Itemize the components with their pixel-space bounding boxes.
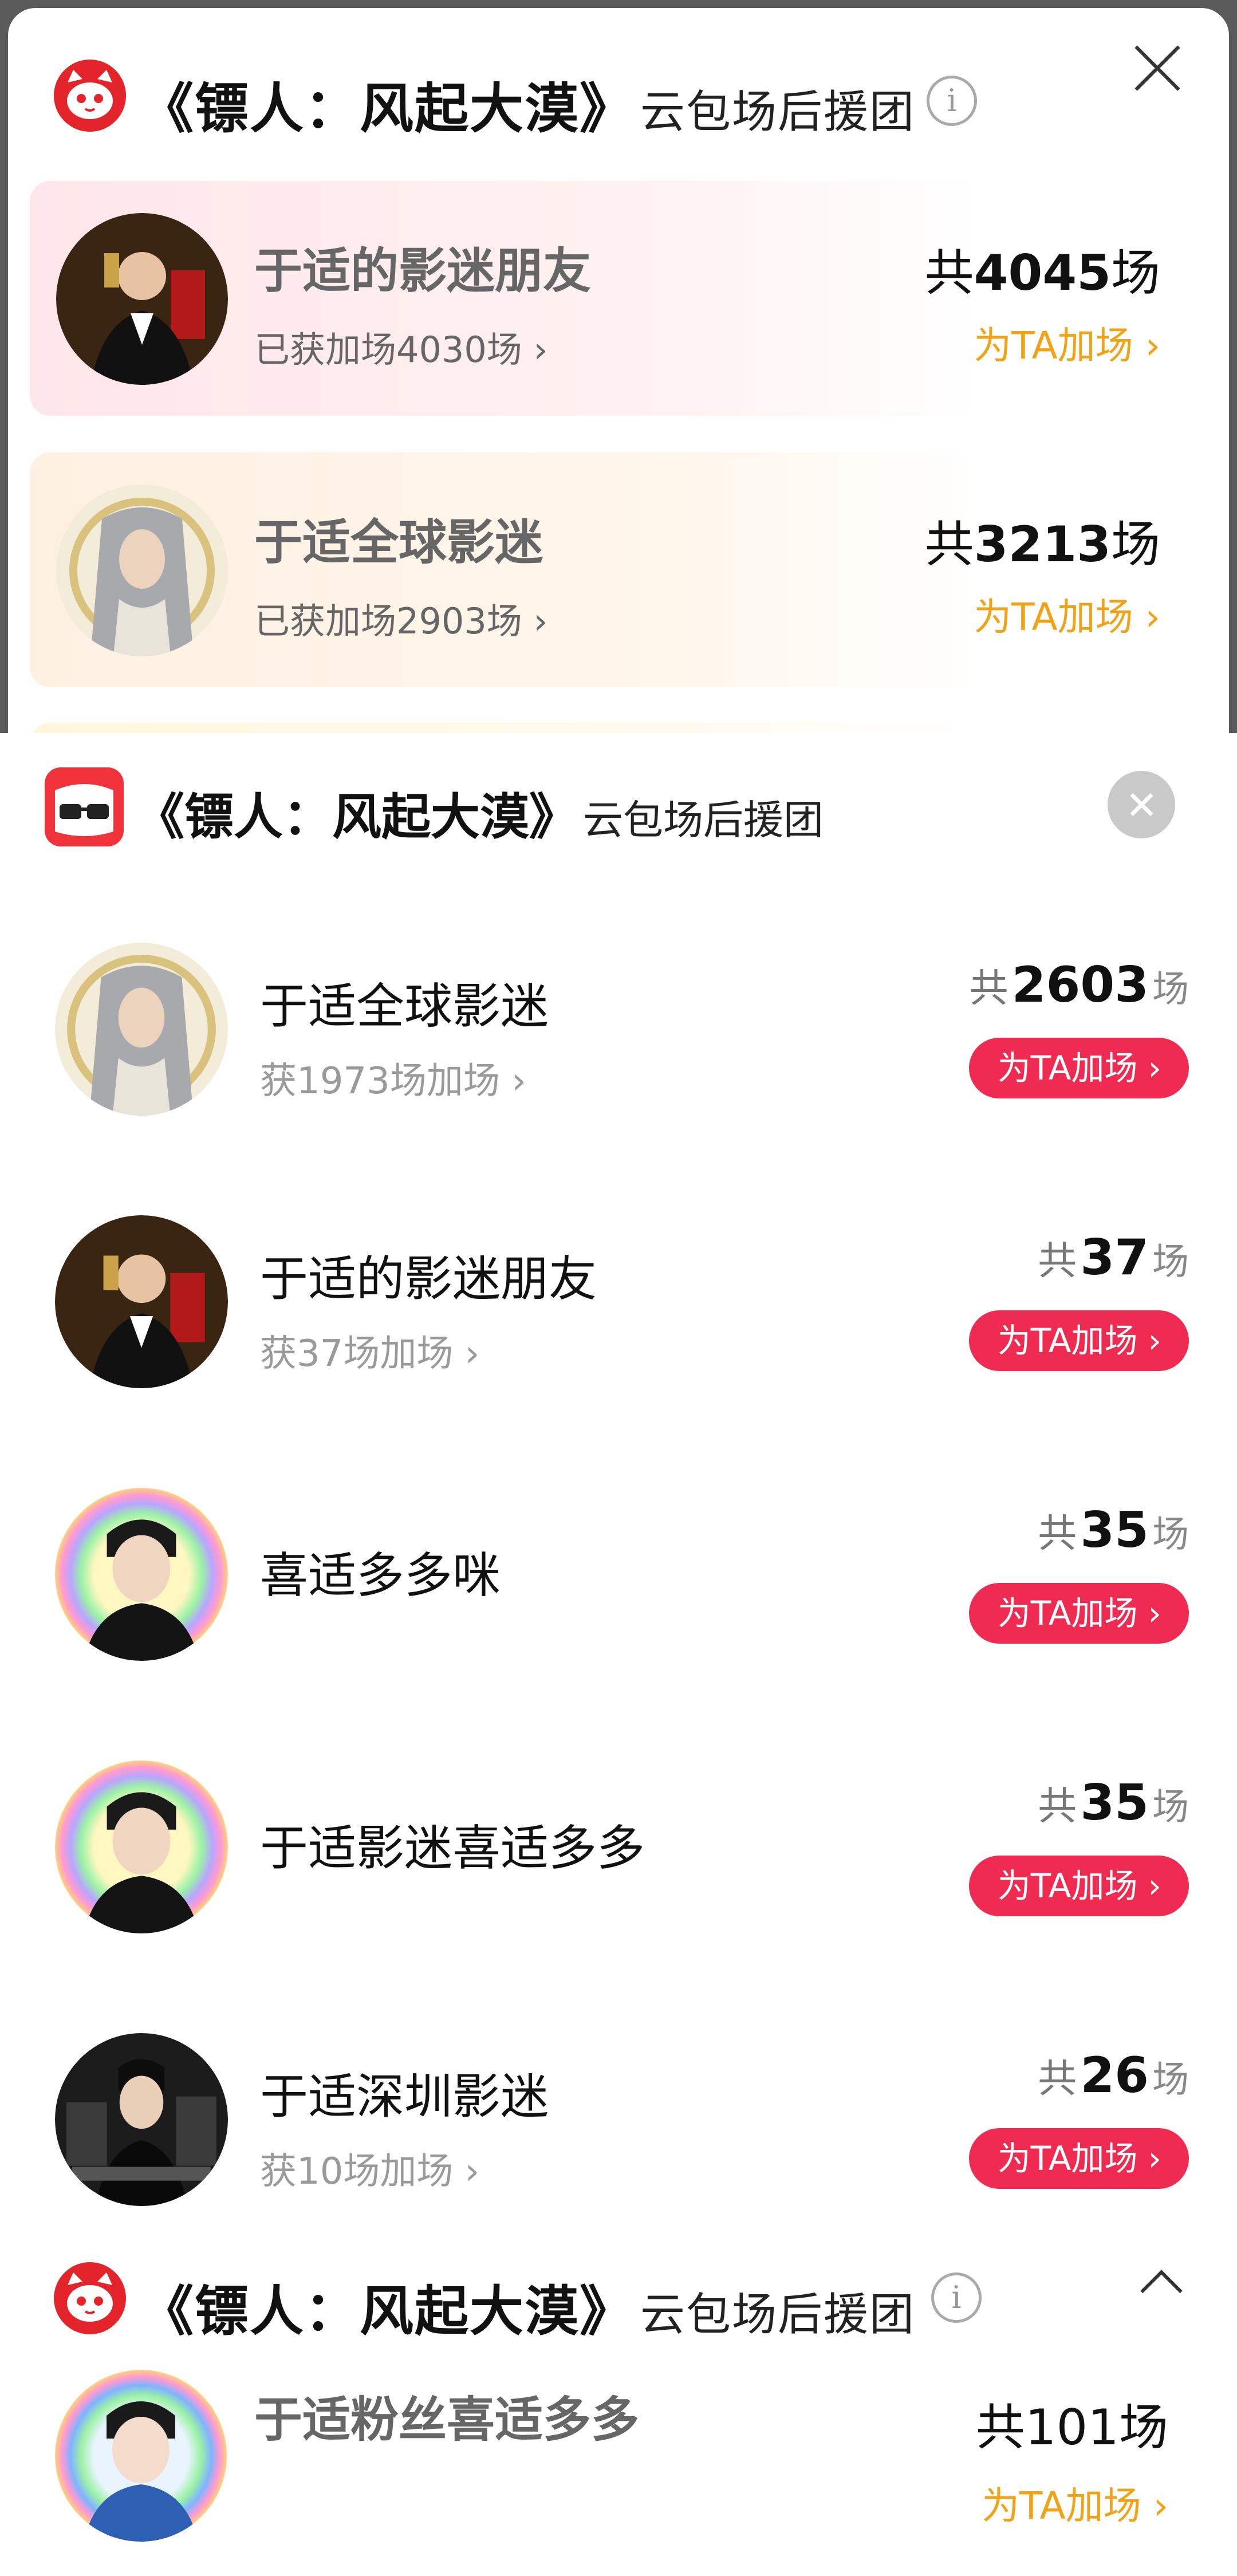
list-item[interactable]: 于适深圳影迷 获10场加场 › 共26场 为TA加场 › <box>0 1972 1237 2245</box>
page-title: 《镖人：风起大漠》 云包场后援团 <box>135 777 824 848</box>
total-screenings: 共26场 <box>1038 2047 1189 2104</box>
total-prefix: 共 <box>969 966 1008 1011</box>
avatar <box>55 1215 228 1388</box>
boost-button[interactable]: 为TA加场 › <box>968 2128 1189 2189</box>
page-title: 《镖人：风起大漠》 云包场后援团 <box>140 65 915 143</box>
maoyan-cat-logo-icon <box>54 60 126 132</box>
total-screenings: 共2603场 <box>970 956 1189 1014</box>
extra-screenings-link[interactable]: 已获加场4030场 › <box>254 321 547 372</box>
boost-link[interactable]: 为TA加场 › <box>982 2475 1168 2530</box>
maoyan-support-panel: 《镖人：风起大漠》 云包场后援团 i 于适的影迷朋友 已获加场4030场 › 共4 <box>0 0 1237 733</box>
avatar <box>55 2033 228 2206</box>
fan-group-name: 喜适多多咪 <box>260 1547 501 1604</box>
total-number: 26 <box>1080 2047 1149 2104</box>
close-icon[interactable] <box>1108 771 1175 838</box>
list-item <box>30 723 1215 733</box>
total-suffix: 场 <box>1152 2059 1189 2101</box>
total-suffix: 场 <box>1152 1786 1189 1829</box>
total-suffix: 场 <box>1111 516 1160 573</box>
total-suffix: 场 <box>1119 2399 1168 2456</box>
boost-button[interactable]: 为TA加场 › <box>968 1583 1189 1644</box>
fan-group-name: 于适影迷喜适多多 <box>260 1820 645 1876</box>
boost-link[interactable]: 为TA加场 › <box>974 315 1160 370</box>
title-subtitle: 云包场后援团 <box>640 86 916 138</box>
total-prefix: 共 <box>1038 1239 1077 1284</box>
boost-button[interactable]: 为TA加场 › <box>968 1310 1189 1371</box>
total-suffix: 场 <box>1152 1241 1189 1283</box>
taopiaopiao-support-panel: 《镖人：风起大漠》 云包场后援团 于适全球影迷 获1973场加场 › 共2603场… <box>0 733 1237 2251</box>
boost-link[interactable]: 为TA加场 › <box>974 586 1160 641</box>
total-suffix: 场 <box>1152 1514 1189 1556</box>
list-item[interactable]: 于适影迷喜适多多 共35场 为TA加场 › <box>0 1700 1237 1972</box>
fan-group-name: 于适的影迷朋友 <box>254 243 592 299</box>
avatar <box>55 1488 228 1661</box>
total-screenings: 共4045场 <box>925 233 1160 304</box>
title-subtitle: 云包场后援团 <box>583 797 824 844</box>
total-suffix: 场 <box>1111 245 1160 302</box>
extra-screenings-link[interactable]: 获10场加场 › <box>260 2142 479 2195</box>
fan-group-name: 于适粉丝喜适多多 <box>254 2392 640 2448</box>
maoyan-cat-logo-icon <box>54 2262 126 2334</box>
avatar <box>55 2370 227 2542</box>
list-item[interactable]: 于适的影迷朋友 获37场加场 › 共37场 为TA加场 › <box>0 1155 1237 1427</box>
total-number: 37 <box>1080 1229 1149 1286</box>
chevron-up-icon[interactable] <box>1140 2263 1174 2298</box>
total-prefix: 共 <box>975 2399 1025 2456</box>
total-screenings: 共35场 <box>1038 1502 1189 1559</box>
list-item[interactable]: 于适全球影迷 获1973场加场 › 共2603场 为TA加场 › <box>0 882 1237 1155</box>
total-prefix: 共 <box>1038 1784 1077 1829</box>
total-prefix: 共 <box>924 516 974 573</box>
total-number: 3213 <box>974 516 1111 573</box>
title-subtitle: 云包场后援团 <box>640 2289 916 2341</box>
list-item[interactable]: 喜适多多咪 共35场 为TA加场 › <box>0 1427 1237 1700</box>
avatar <box>56 213 228 385</box>
avatar <box>55 943 228 1116</box>
movie-title: 《镖人：风起大漠》 <box>140 78 635 140</box>
total-suffix: 场 <box>1152 968 1189 1011</box>
total-prefix: 共 <box>1038 1511 1077 1557</box>
fan-group-name: 于适深圳影迷 <box>260 2069 549 2125</box>
total-prefix: 共 <box>924 245 974 302</box>
total-number: 35 <box>1080 1774 1149 1831</box>
fan-group-name: 于适全球影迷 <box>254 514 543 570</box>
fan-group-name: 于适全球影迷 <box>260 978 549 1034</box>
fan-group-name: 于适的影迷朋友 <box>260 1251 597 1307</box>
boost-button[interactable]: 为TA加场 › <box>968 1856 1189 1916</box>
total-number: 4045 <box>974 245 1111 302</box>
avatar <box>56 485 228 656</box>
page-title: 《镖人：风起大漠》 云包场后援团 <box>140 2268 915 2346</box>
total-number: 101 <box>1025 2399 1119 2456</box>
movie-title: 《镖人：风起大漠》 <box>135 789 578 846</box>
info-icon[interactable]: i <box>931 2272 982 2323</box>
total-screenings: 共37场 <box>1038 1229 1189 1286</box>
total-screenings: 共101场 <box>976 2387 1168 2459</box>
total-number: 35 <box>1080 1502 1149 1559</box>
total-screenings: 共3213场 <box>925 504 1160 576</box>
extra-screenings-link[interactable]: 获1973场加场 › <box>260 1051 526 1104</box>
info-icon[interactable]: i <box>927 76 977 126</box>
panel-sheet: 《镖人：风起大漠》 云包场后援团 i 于适的影迷朋友 已获加场4030场 › 共4 <box>8 8 1229 733</box>
taopiaopiao-logo-icon <box>45 767 124 846</box>
maoyan-support-panel-collapsed: 《镖人：风起大漠》 云包场后援团 i 于适粉丝喜适多多 共101场 为TA加场 … <box>0 2251 1237 2576</box>
close-icon[interactable] <box>1132 42 1183 94</box>
avatar <box>55 1760 228 1933</box>
movie-title: 《镖人：风起大漠》 <box>140 2280 635 2343</box>
total-prefix: 共 <box>1038 2057 1077 2102</box>
extra-screenings-link[interactable]: 已获加场2903场 › <box>254 592 547 644</box>
extra-screenings-link[interactable]: 获37场加场 › <box>260 1324 479 1377</box>
total-number: 2603 <box>1011 956 1149 1014</box>
boost-button[interactable]: 为TA加场 › <box>968 1038 1189 1098</box>
total-screenings: 共35场 <box>1038 1774 1189 1831</box>
